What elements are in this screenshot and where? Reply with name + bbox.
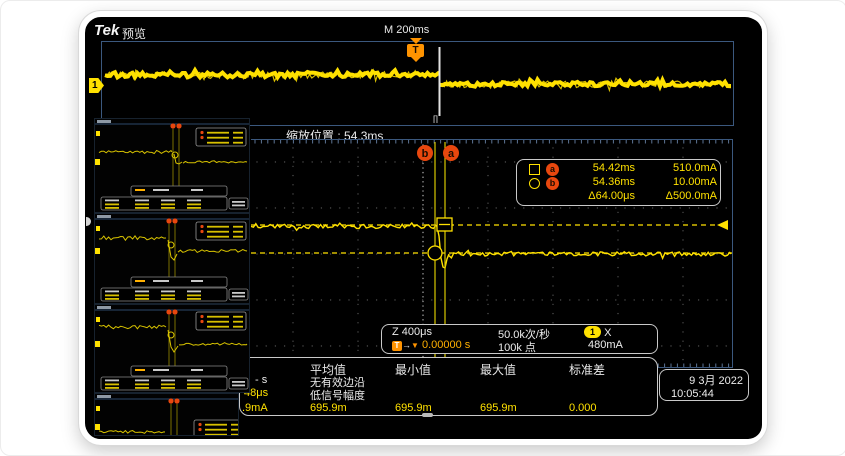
- channel-suffix: X: [604, 327, 611, 339]
- trigger-position-readout: 0.00000 s: [422, 339, 470, 351]
- table-scroll-nub: [422, 413, 433, 417]
- col-header-std: 标准差: [569, 361, 605, 378]
- cursor-a-value: 510.0mA: [635, 162, 717, 174]
- cursor-readout-box: a 54.42ms 510.0mA b 54.36ms 10.00mA Δ64.…: [516, 159, 721, 206]
- time-readout: 10:05:44: [665, 388, 743, 400]
- trigger-flag-icon: T: [407, 44, 424, 57]
- cursor-b-handle: [428, 246, 442, 260]
- channel-1-pill: 1: [584, 326, 601, 338]
- track-arrow-icon: [717, 220, 728, 230]
- date-readout: 9 3月 2022: [665, 372, 743, 388]
- datetime-box: 9 3月 2022 10:05:44: [659, 369, 749, 401]
- col-header-max: 最大值: [480, 361, 516, 378]
- meas-row1-fragment: - s: [255, 374, 267, 386]
- acquisition-readout-box: Z 400μs 50.0k次/秒 1 X T→▼ 0.00000 s 100k …: [381, 324, 658, 354]
- cursor-a-flag[interactable]: a: [443, 145, 459, 161]
- svg-text:b: b: [422, 148, 429, 160]
- scope-thumbnail-2: [94, 213, 250, 304]
- scope-thumbnail-1: [94, 118, 250, 213]
- cursor-b-badge: b: [546, 177, 559, 190]
- svg-text:a: a: [448, 148, 455, 160]
- svg-text:[]: []: [433, 114, 438, 123]
- zoom-position-line[interactable]: []: [433, 47, 440, 123]
- edge-handle-dot: [86, 217, 91, 226]
- meas-row3-max: 695.9m: [480, 402, 517, 414]
- triangle-down-icon: ▼: [411, 341, 419, 350]
- record-length-readout: 100k 点: [498, 339, 536, 355]
- cursor-a-badge: a: [546, 163, 559, 176]
- trigger-position-marker[interactable]: T: [407, 38, 425, 62]
- meas-row2-status: 低信号幅度: [310, 387, 365, 403]
- acquisition-mode-label: 预览: [122, 25, 146, 42]
- cursor-b-value: 10.00mA: [635, 176, 717, 188]
- zoom-trace: [251, 223, 731, 268]
- meas-row3-mean: 695.9m: [310, 402, 347, 414]
- meas-row3-std: 0.000: [569, 402, 597, 414]
- zoom-scale-readout: Z 400μs: [392, 326, 432, 338]
- cursor-a-time: 54.42ms: [563, 162, 635, 174]
- cursor-b-circle-icon: [529, 178, 540, 189]
- col-header-min: 最小值: [395, 361, 431, 378]
- arrow-right-icon: →: [402, 340, 411, 350]
- measurement-table: 平均值 最小值 最大值 标准差 - s 无有效边沿 48μs 低信号幅度 .9m…: [239, 357, 658, 416]
- trigger-icon: T: [392, 341, 402, 351]
- cursor-a-square-icon: [529, 164, 540, 175]
- meas-row3-fragment: .9mA: [242, 402, 268, 414]
- main-timebase-readout: M 200ms: [384, 24, 429, 36]
- scope-thumbnail-4: [94, 393, 239, 436]
- cursor-b-time: 54.36ms: [563, 176, 635, 188]
- screenshot-canvas: Tek 预览 M 200ms [] 1 T 缩放位置 : 54.3ms ba a…: [0, 0, 845, 456]
- tek-logo: Tek: [94, 22, 119, 39]
- vertical-scale-readout: 480mA: [584, 339, 623, 351]
- trigger-flag-point: [411, 57, 421, 62]
- cursor-delta-time: Δ64.00μs: [563, 190, 635, 202]
- scope-thumbnail-3: [94, 304, 250, 393]
- cursor-delta-value: Δ500.0mA: [635, 190, 717, 202]
- cursor-b-flag[interactable]: b: [417, 145, 433, 161]
- scope-screen: Tek 预览 M 200ms [] 1 T 缩放位置 : 54.3ms ba a…: [86, 18, 762, 439]
